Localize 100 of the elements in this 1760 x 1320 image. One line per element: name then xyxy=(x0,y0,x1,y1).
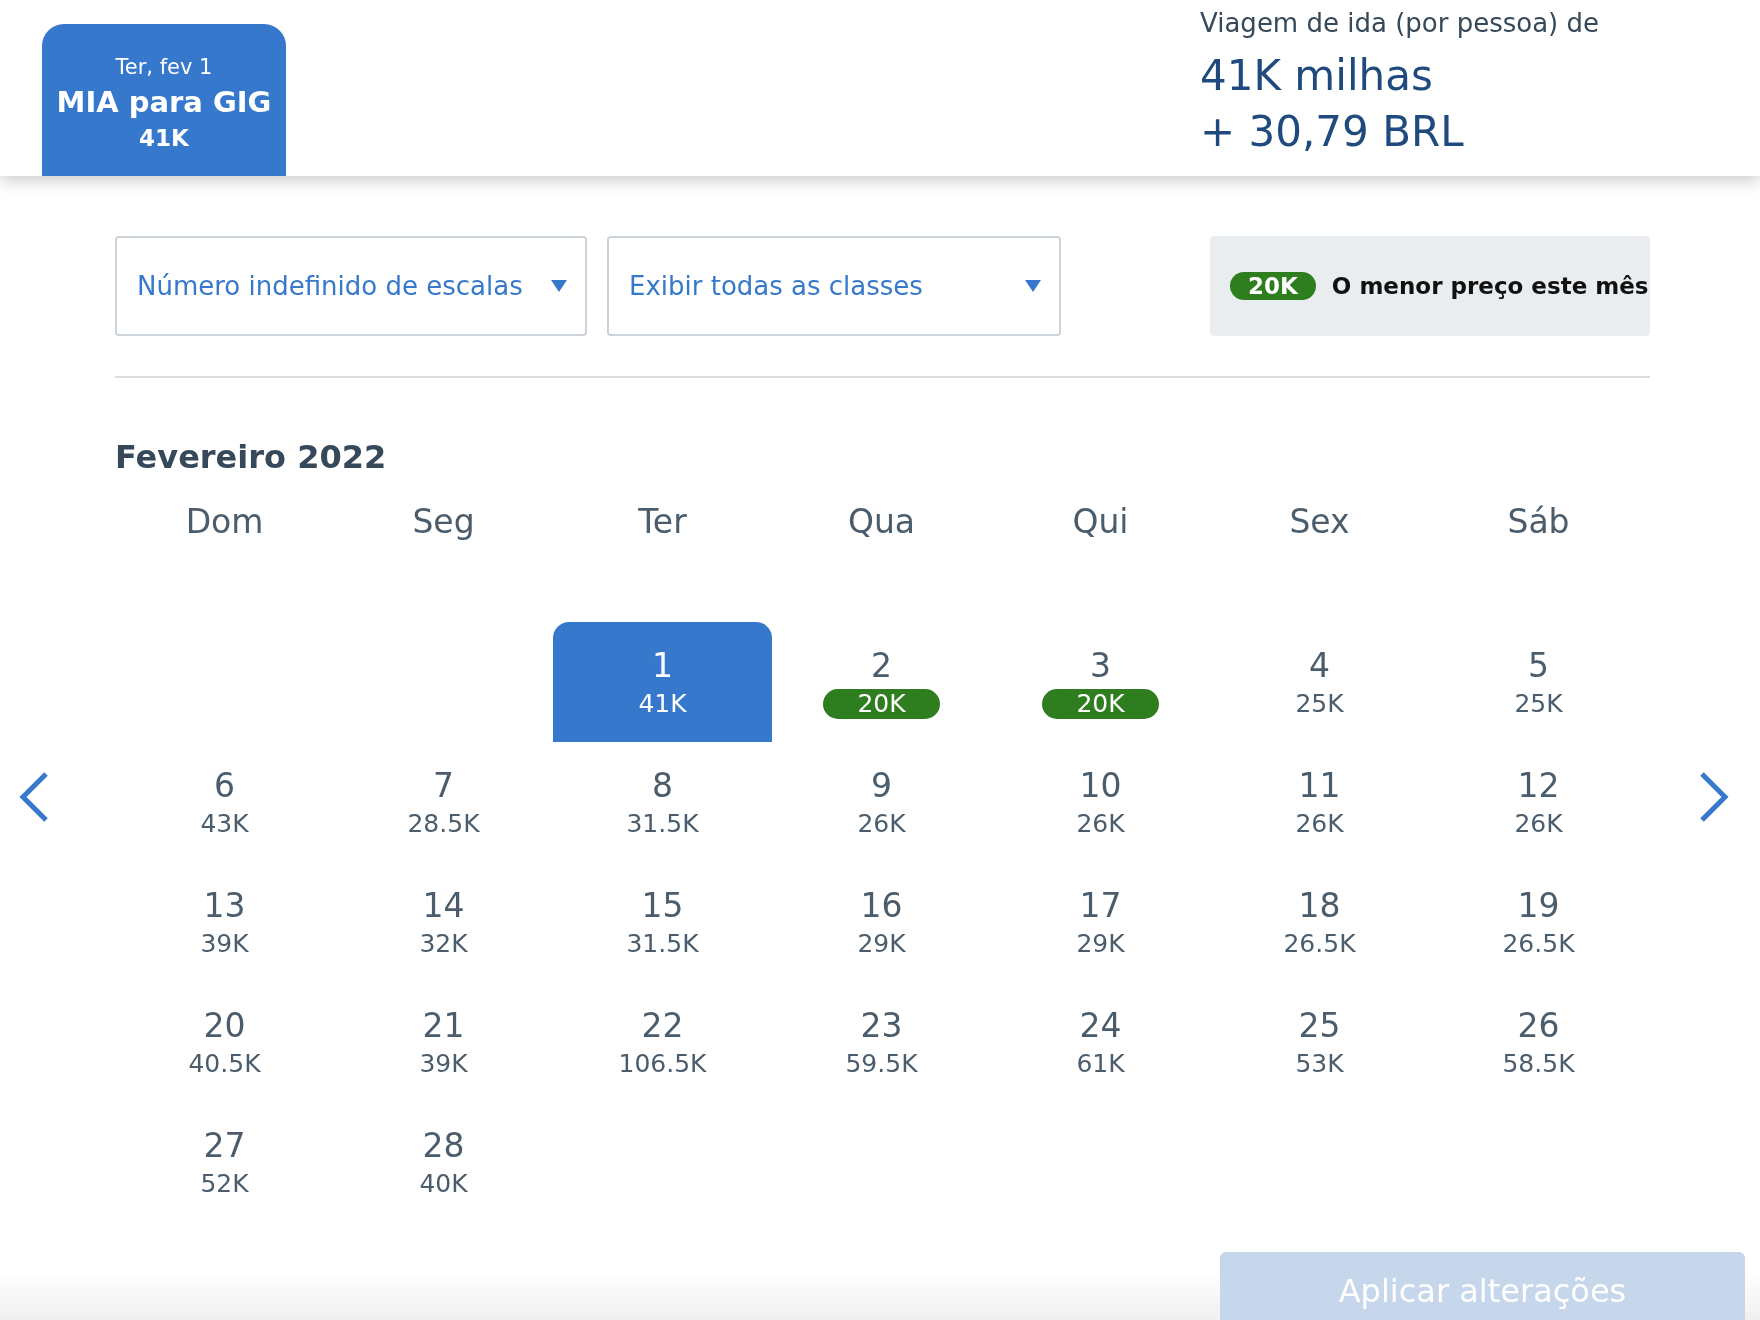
day-number: 9 xyxy=(871,766,892,805)
calendar-day[interactable]: 21 39K xyxy=(334,982,553,1102)
day-price: 40K xyxy=(419,1169,468,1198)
month-title: Fevereiro 2022 xyxy=(115,438,388,476)
tab-date: Ter, fev 1 xyxy=(115,55,213,79)
day-price: 61K xyxy=(1076,1049,1125,1078)
day-price: 29K xyxy=(1076,929,1125,958)
day-number: 19 xyxy=(1517,886,1560,925)
day-number: 11 xyxy=(1298,766,1341,805)
day-number: 20 xyxy=(203,1006,246,1045)
day-number: 13 xyxy=(203,886,246,925)
filter-dropdown[interactable]: Número indefinido de escalas xyxy=(115,236,587,336)
day-number: 10 xyxy=(1079,766,1122,805)
lowest-price-badge: 20K xyxy=(1230,272,1316,300)
weekday-label: Qua xyxy=(847,502,916,541)
calendar-day[interactable]: 7 28.5K xyxy=(334,742,553,862)
calendar-day[interactable]: 12 26K xyxy=(1429,742,1648,862)
day-number: 8 xyxy=(652,766,673,805)
day-number: 28 xyxy=(422,1126,465,1165)
day-number: 5 xyxy=(1528,646,1549,685)
day-number: 23 xyxy=(860,1006,903,1045)
day-number: 16 xyxy=(860,886,903,925)
calendar-day[interactable]: 2 20K xyxy=(772,622,991,742)
calendar-day[interactable]: 1 41K xyxy=(553,622,772,742)
day-number: 18 xyxy=(1298,886,1341,925)
calendar-day[interactable]: 14 32K xyxy=(334,862,553,982)
day-price: 52K xyxy=(200,1169,249,1198)
calendar-day[interactable]: 9 26K xyxy=(772,742,991,862)
weekday-label: Dom xyxy=(185,502,264,541)
tab-miles: 41K xyxy=(139,125,189,151)
tab-route: MIA para GIG xyxy=(56,85,272,119)
calendar-day[interactable]: 22 106.5K xyxy=(553,982,772,1102)
day-price: 25K xyxy=(1514,689,1563,718)
day-price: 40.5K xyxy=(188,1049,261,1078)
fare-label: Viagem de ida (por pessoa) de xyxy=(1200,8,1600,38)
calendar-day[interactable]: 24 61K xyxy=(991,982,1210,1102)
day-number: 12 xyxy=(1517,766,1560,805)
day-price: 43K xyxy=(200,809,249,838)
calendar-day[interactable]: 28 40K xyxy=(334,1102,553,1222)
calendar-day[interactable]: 3 20K xyxy=(991,622,1210,742)
day-price: 29K xyxy=(857,929,906,958)
day-price: 41K xyxy=(638,689,687,718)
day-price: 32K xyxy=(419,929,468,958)
fare-miles: 41K milhas xyxy=(1200,50,1434,102)
day-price: 39K xyxy=(200,929,249,958)
calendar-day[interactable]: 4 25K xyxy=(1210,622,1429,742)
day-number: 4 xyxy=(1309,646,1330,685)
day-price: 28.5K xyxy=(407,809,480,838)
weekday-label: Sex xyxy=(1289,502,1350,541)
day-number: 21 xyxy=(422,1006,465,1045)
caret-icon xyxy=(551,280,567,292)
day-number: 27 xyxy=(203,1126,246,1165)
calendar-day[interactable]: 5 25K xyxy=(1429,622,1648,742)
day-price: 58.5K xyxy=(1502,1049,1575,1078)
lowest-price-badge: 20K xyxy=(823,688,940,719)
fare-cash: + 30,79 BRL xyxy=(1200,106,1465,158)
day-price: 31.5K xyxy=(626,809,699,838)
calendar-day[interactable]: 17 29K xyxy=(991,862,1210,982)
legend-text: O menor preço este mês xyxy=(1331,273,1649,299)
day-price: 26K xyxy=(857,809,906,838)
day-number: 17 xyxy=(1079,886,1122,925)
day-number: 6 xyxy=(214,766,235,805)
day-price: 59.5K xyxy=(845,1049,918,1078)
calendar-day[interactable]: 13 39K xyxy=(115,862,334,982)
day-number: 14 xyxy=(422,886,465,925)
day-number: 3 xyxy=(1090,645,1111,685)
calendar-day[interactable]: 8 31.5K xyxy=(553,742,772,862)
calendar-day[interactable]: 10 26K xyxy=(991,742,1210,862)
day-number: 7 xyxy=(433,766,454,805)
day-price: 31.5K xyxy=(626,929,699,958)
calendar-day[interactable]: 25 53K xyxy=(1210,982,1429,1102)
next-month-icon[interactable] xyxy=(1698,771,1730,823)
calendar-day[interactable]: 26 58.5K xyxy=(1429,982,1648,1102)
day-number: 22 xyxy=(641,1006,684,1045)
calendar-day[interactable]: 23 59.5K xyxy=(772,982,991,1102)
weekday-label: Seg xyxy=(412,502,475,541)
calendar-day[interactable]: 15 31.5K xyxy=(553,862,772,982)
weekday-label: Sáb xyxy=(1507,502,1570,541)
calendar-day[interactable]: 18 26.5K xyxy=(1210,862,1429,982)
calendar-day[interactable]: 6 43K xyxy=(115,742,334,862)
day-number: 24 xyxy=(1079,1006,1122,1045)
day-price: 26.5K xyxy=(1283,929,1356,958)
lowest-price-badge: 20K xyxy=(1042,688,1159,719)
day-number: 25 xyxy=(1298,1006,1341,1045)
day-price: 26K xyxy=(1295,809,1344,838)
previous-month-icon[interactable] xyxy=(18,771,50,823)
day-number: 15 xyxy=(641,886,684,925)
filter-dropdown[interactable]: Exibir todas as classes xyxy=(607,236,1061,336)
flight-date-tab[interactable]: Ter, fev 1 MIA para GIG 41K xyxy=(42,24,286,176)
calendar-day[interactable]: 27 52K xyxy=(115,1102,334,1222)
caret-icon xyxy=(1025,280,1041,292)
calendar-day[interactable]: 20 40.5K xyxy=(115,982,334,1102)
day-number: 26 xyxy=(1517,1006,1560,1045)
calendar-day[interactable]: 11 26K xyxy=(1210,742,1429,862)
day-price: 26K xyxy=(1514,809,1563,838)
calendar-day[interactable]: 16 29K xyxy=(772,862,991,982)
weekday-label: Qui xyxy=(1072,502,1129,541)
day-number: 2 xyxy=(871,645,892,685)
day-price: 53K xyxy=(1295,1049,1344,1078)
calendar-day[interactable]: 19 26.5K xyxy=(1429,862,1648,982)
